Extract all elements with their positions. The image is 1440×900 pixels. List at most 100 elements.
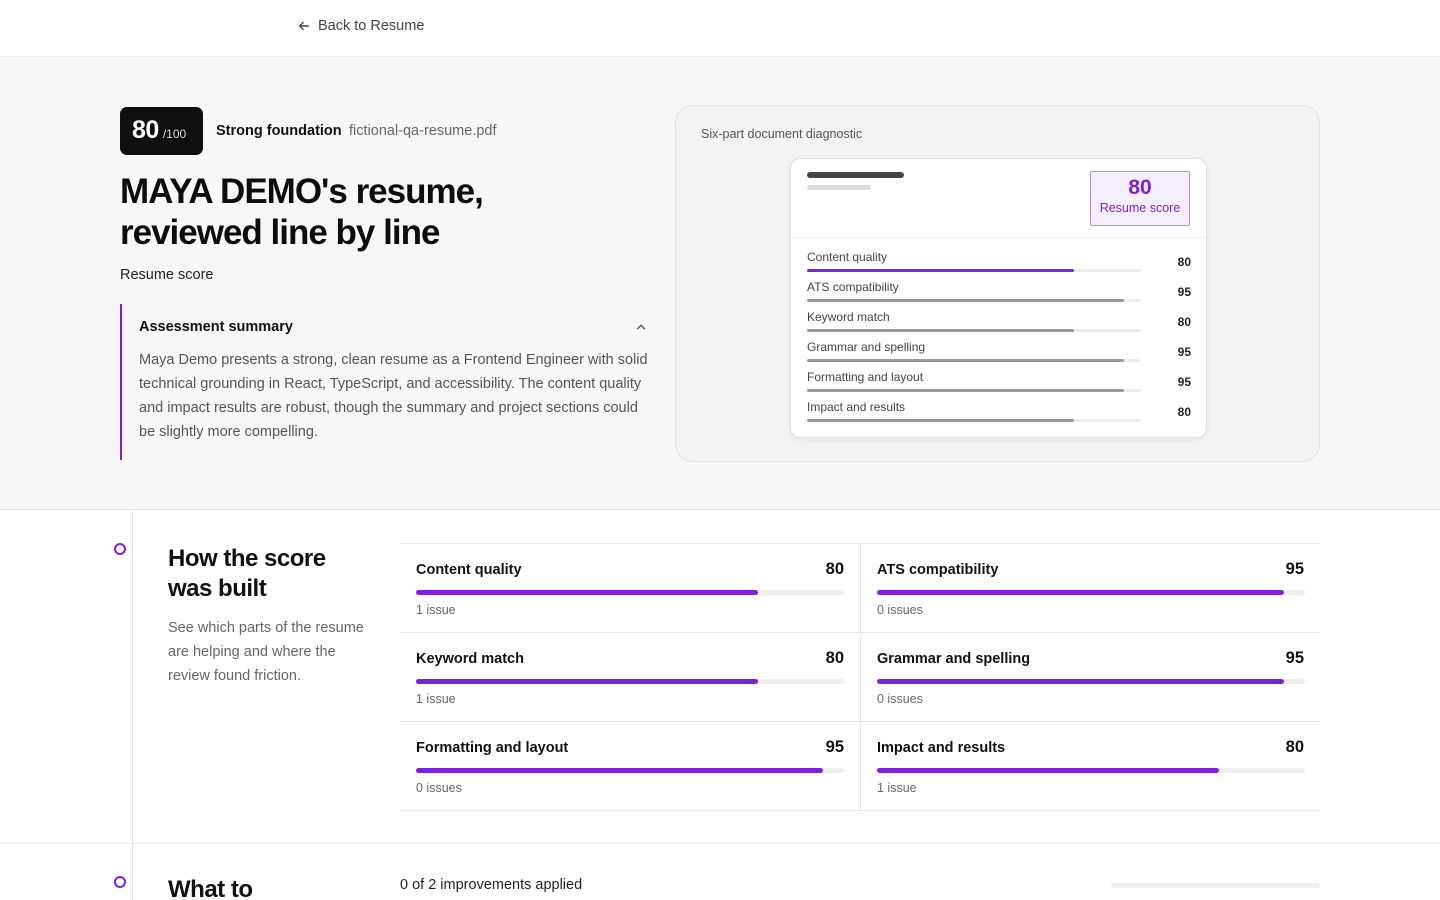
- category-name: ATS compatibility: [877, 562, 999, 578]
- improvements-title: What to: [168, 876, 253, 900]
- section-node-breakdown: [114, 543, 126, 555]
- diagnostic-row-fill: [807, 269, 1075, 272]
- diagnostic-row: Keyword match 80: [807, 310, 1191, 340]
- section-rail: [132, 511, 133, 900]
- resume-filename: fictional-qa-resume.pdf: [349, 123, 497, 139]
- diagnostic-row-label: Impact and results: [807, 400, 906, 414]
- diagnostic-row-label: Keyword match: [807, 310, 890, 324]
- section-divider: [0, 843, 1440, 844]
- category-name: Content quality: [416, 562, 522, 578]
- diagnostic-row: ATS compatibility 95: [807, 280, 1191, 310]
- diagnostic-row-fill: [807, 359, 1125, 362]
- document-preview: 80 Resume score Content quality 80 ATS com…: [790, 158, 1207, 438]
- diagnostic-row-label: Content quality: [807, 250, 888, 264]
- diagnostic-row-track: [807, 389, 1141, 392]
- summary-heading: Assessment summary: [139, 319, 293, 335]
- page-title: MAYA DEMO's resume, reviewed line by lin…: [120, 172, 484, 252]
- category-progress-fill: [877, 768, 1220, 773]
- score-category-card[interactable]: Keyword match 80 1 issue: [400, 633, 860, 722]
- diagnostic-row-fill: [807, 389, 1125, 392]
- diagnostic-row: Grammar and spelling 95: [807, 340, 1191, 370]
- hero-section: 80 /100 Strong foundation fictional-qa-r…: [0, 57, 1440, 510]
- category-score: 95: [1285, 560, 1304, 578]
- diagnostic-row-fill: [807, 329, 1075, 332]
- document-score-label: Resume score: [1099, 201, 1181, 215]
- diagnostic-row-fill: [807, 299, 1125, 302]
- category-issue-count: 0 issues: [877, 692, 923, 706]
- diagnostic-rows: Content quality 80 ATS compatibility 95 Keyw…: [807, 250, 1191, 430]
- breakdown-description: See which parts of the resume are helpin…: [168, 620, 364, 684]
- diagnostic-row-label: Formatting and layout: [807, 370, 924, 384]
- score-breakdown-grid: Content quality 80 1 issue ATS compatibilit…: [400, 543, 1320, 811]
- category-score: 80: [1285, 738, 1304, 756]
- diagnostic-row: Formatting and layout 95: [807, 370, 1191, 400]
- category-progress-fill: [416, 590, 759, 595]
- back-label: Back to Resume: [318, 18, 425, 34]
- diagnostic-row-label: ATS compatibility: [807, 280, 899, 294]
- category-progress-track: [416, 768, 844, 773]
- arrow-left-icon: [298, 21, 310, 31]
- score-category-card[interactable]: Grammar and spelling 95 0 issues: [860, 633, 1320, 722]
- top-bar: Back to Resume: [0, 0, 1440, 57]
- category-progress-track: [416, 590, 844, 595]
- document-subheading-placeholder: [807, 185, 871, 190]
- category-progress-track: [877, 679, 1305, 684]
- score-category-card[interactable]: Impact and results 80 1 issue: [860, 722, 1320, 811]
- chevron-up-icon[interactable]: [634, 320, 648, 334]
- category-name: Impact and results: [877, 740, 1006, 756]
- category-progress-fill: [877, 679, 1284, 684]
- category-issue-count: 1 issue: [877, 781, 917, 795]
- document-divider: [791, 237, 1206, 238]
- diagnostic-row-value: 80: [1177, 315, 1191, 329]
- diagnostic-row-value: 95: [1177, 285, 1191, 299]
- category-issue-count: 1 issue: [416, 692, 456, 706]
- diagnostic-row-track: [807, 359, 1141, 362]
- page-subtitle: Resume score: [120, 267, 214, 283]
- diagnostic-row: Impact and results 80: [807, 400, 1191, 430]
- diagnostic-row-value: 95: [1177, 375, 1191, 389]
- assessment-summary: Assessment summary Maya Demo presents a …: [120, 304, 650, 460]
- score-category-card[interactable]: ATS compatibility 95 0 issues: [860, 544, 1320, 633]
- category-score: 95: [1285, 649, 1304, 667]
- breakdown-title: How the score was built: [168, 545, 326, 602]
- category-issue-count: 0 issues: [416, 781, 462, 795]
- category-score: 95: [825, 738, 844, 756]
- diagnostic-row-track: [807, 419, 1141, 422]
- section-node-improvements: [114, 876, 126, 888]
- category-name: Grammar and spelling: [877, 651, 1031, 667]
- diagnostic-row-value: 80: [1177, 405, 1191, 419]
- back-to-resume-link[interactable]: Back to Resume: [297, 18, 424, 34]
- diagnostic-title: Six-part document diagnostic: [701, 127, 863, 141]
- diagnostic-row-fill: [807, 419, 1075, 422]
- category-issue-count: 1 issue: [416, 603, 456, 617]
- diagnostic-row: Content quality 80: [807, 250, 1191, 280]
- overall-score: 80: [132, 116, 159, 144]
- improvements-applied: 0 of 2 improvements applied: [400, 877, 583, 893]
- overall-score-max: /100: [162, 127, 187, 141]
- diagnostic-row-value: 95: [1177, 345, 1191, 359]
- category-progress-fill: [416, 768, 823, 773]
- document-score: 80: [1128, 176, 1152, 199]
- category-progress-track: [877, 590, 1305, 595]
- category-score: 80: [825, 649, 844, 667]
- diagnostic-row-label: Grammar and spelling: [807, 340, 926, 354]
- diagnostic-row-track: [807, 269, 1141, 272]
- score-category-card[interactable]: Content quality 80 1 issue: [400, 544, 860, 633]
- category-progress-fill: [877, 590, 1284, 595]
- score-pill: 80 /100: [120, 107, 203, 155]
- document-score-box: 80 Resume score: [1090, 171, 1190, 226]
- category-name: Formatting and layout: [416, 740, 569, 756]
- category-name: Keyword match: [416, 651, 524, 667]
- diagnostic-row-value: 80: [1177, 255, 1191, 269]
- score-category-card[interactable]: Formatting and layout 95 0 issues: [400, 722, 860, 811]
- diagnostic-row-track: [807, 299, 1141, 302]
- category-progress-fill: [416, 679, 759, 684]
- category-progress-track: [877, 768, 1305, 773]
- summary-text: Maya Demo presents a strong, clean resum…: [139, 352, 648, 440]
- diagnostic-card: Six-part document diagnostic 80 Resume s…: [675, 105, 1320, 462]
- category-issue-count: 0 issues: [877, 603, 923, 617]
- document-heading-placeholder: [807, 172, 904, 178]
- category-score: 80: [825, 560, 844, 578]
- improvements-progress-track: [1111, 883, 1320, 888]
- diagnostic-row-track: [807, 329, 1141, 332]
